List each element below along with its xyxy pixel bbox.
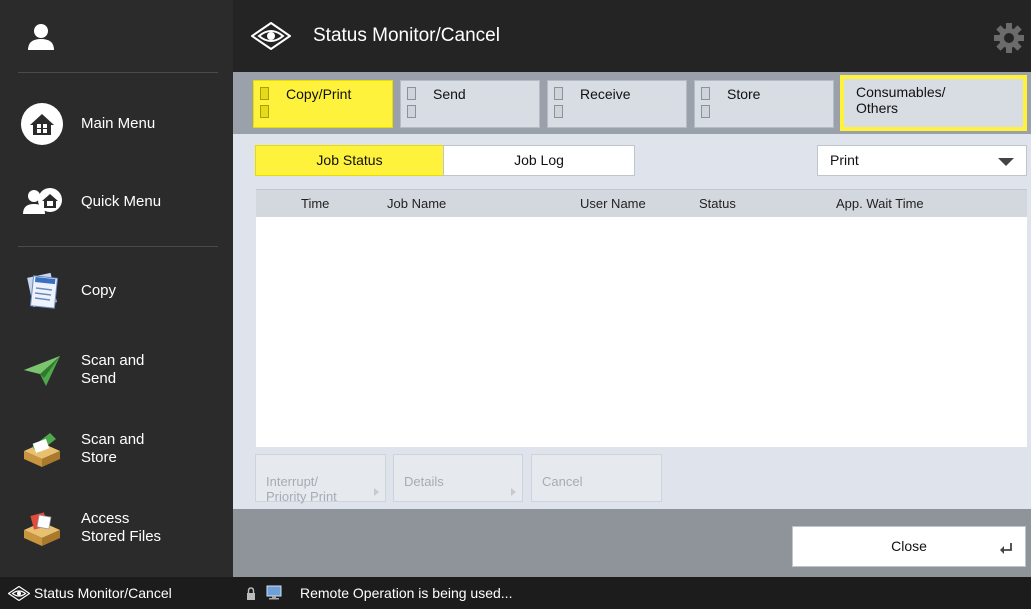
chevron-down-icon [998,158,1014,166]
column-header-status: Status [699,196,736,211]
status-indicator [701,87,710,100]
sidebar-item-label: Scan and Send [81,352,145,387]
main-panel: Copy/Print Send Receive Store Consumable… [233,72,1031,577]
stored-files-icon [24,512,60,546]
sidebar-item-label: Main Menu [81,115,156,132]
details-button[interactable]: Details [393,454,523,502]
sidebar: Main Menu Quick Menu Copy Scan and Send … [0,0,233,577]
quick-menu-icon [23,188,62,214]
status-indicator [260,87,269,100]
button-label: Cancel [542,474,583,489]
job-type-dropdown[interactable]: Print [817,145,1027,176]
scan-store-icon [24,433,60,467]
tab-inner: Consumables/ Others [844,79,1023,127]
sidebar-item-access-stored-files[interactable]: Access Stored Files [0,492,233,564]
cancel-button[interactable]: Cancel [531,454,662,502]
button-label: Close [891,538,927,554]
status-indicator [701,105,710,118]
page-title: Status Monitor/Cancel [313,25,500,46]
button-label: Interrupt/ Priority Print [266,474,337,504]
status-bar: Status Monitor/Cancel Remote Operation i… [0,577,1031,609]
sidebar-item-label: Scan and Store [81,431,145,466]
tab-label: Consumables/ Others [856,84,946,116]
sidebar-item-copy[interactable]: Copy [0,255,233,327]
column-header-job-name: Job Name [387,196,447,211]
close-button[interactable]: Close [792,526,1026,567]
status-indicator [407,87,416,100]
lock-icon [247,587,255,600]
tab-send[interactable]: Send [400,80,540,128]
category-tab-bar: Copy/Print Send Receive Store Consumable… [233,72,1031,134]
user-area[interactable] [0,0,233,72]
copy-icon [27,272,59,309]
arrow-right-icon [511,488,516,496]
enter-icon [1000,543,1012,554]
status-message: Remote Operation is being used... [300,585,513,601]
column-header-app-wait-time: App. Wait Time [836,196,924,211]
arrow-right-icon [374,488,379,496]
job-list[interactable] [256,217,1027,447]
sidebar-item-label: Quick Menu [81,193,162,210]
tab-job-log[interactable]: Job Log [443,145,635,176]
title-bar: Status Monitor/Cancel [233,0,1031,72]
eye-icon [8,586,30,601]
sidebar-item-scan-and-store[interactable]: Scan and Store [0,413,233,485]
sidebar-item-scan-and-send[interactable]: Scan and Send [0,334,233,406]
button-label: Details [404,474,444,489]
monitor-icon [266,585,282,600]
scan-send-icon [24,356,60,386]
sidebar-item-quick-menu[interactable]: Quick Menu [0,166,233,238]
status-monitor-label[interactable]: Status Monitor/Cancel [34,577,172,609]
eye-icon [251,22,291,50]
tab-consumables-others[interactable]: Consumables/ Others [840,75,1027,131]
dropdown-value: Print [830,152,859,168]
tab-label: Store [727,86,761,102]
sidebar-divider [18,72,218,73]
sidebar-item-main-menu[interactable]: Main Menu [0,88,233,160]
sidebar-item-label: Copy [81,282,117,299]
home-icon [21,103,63,145]
status-indicator [407,105,416,118]
tab-label: Copy/Print [286,86,352,102]
status-indicator [554,87,563,100]
column-header-user-name: User Name [580,196,646,211]
sidebar-item-label: Access Stored Files [81,510,162,545]
tab-label: Send [433,86,466,102]
interrupt-priority-print-button[interactable]: Interrupt/ Priority Print [255,454,386,504]
sidebar-divider [18,246,218,247]
gear-icon[interactable] [993,22,1025,54]
tab-receive[interactable]: Receive [547,80,687,128]
tab-store[interactable]: Store [694,80,834,128]
user-icon [28,24,54,50]
status-indicator [260,105,269,118]
table-header: Time Job Name User Name Status App. Wait… [256,189,1027,217]
tab-job-status[interactable]: Job Status [255,145,444,176]
status-indicator [554,105,563,118]
column-header-time: Time [301,196,330,211]
tab-label: Receive [580,86,631,102]
tab-copy-print[interactable]: Copy/Print [253,80,393,128]
